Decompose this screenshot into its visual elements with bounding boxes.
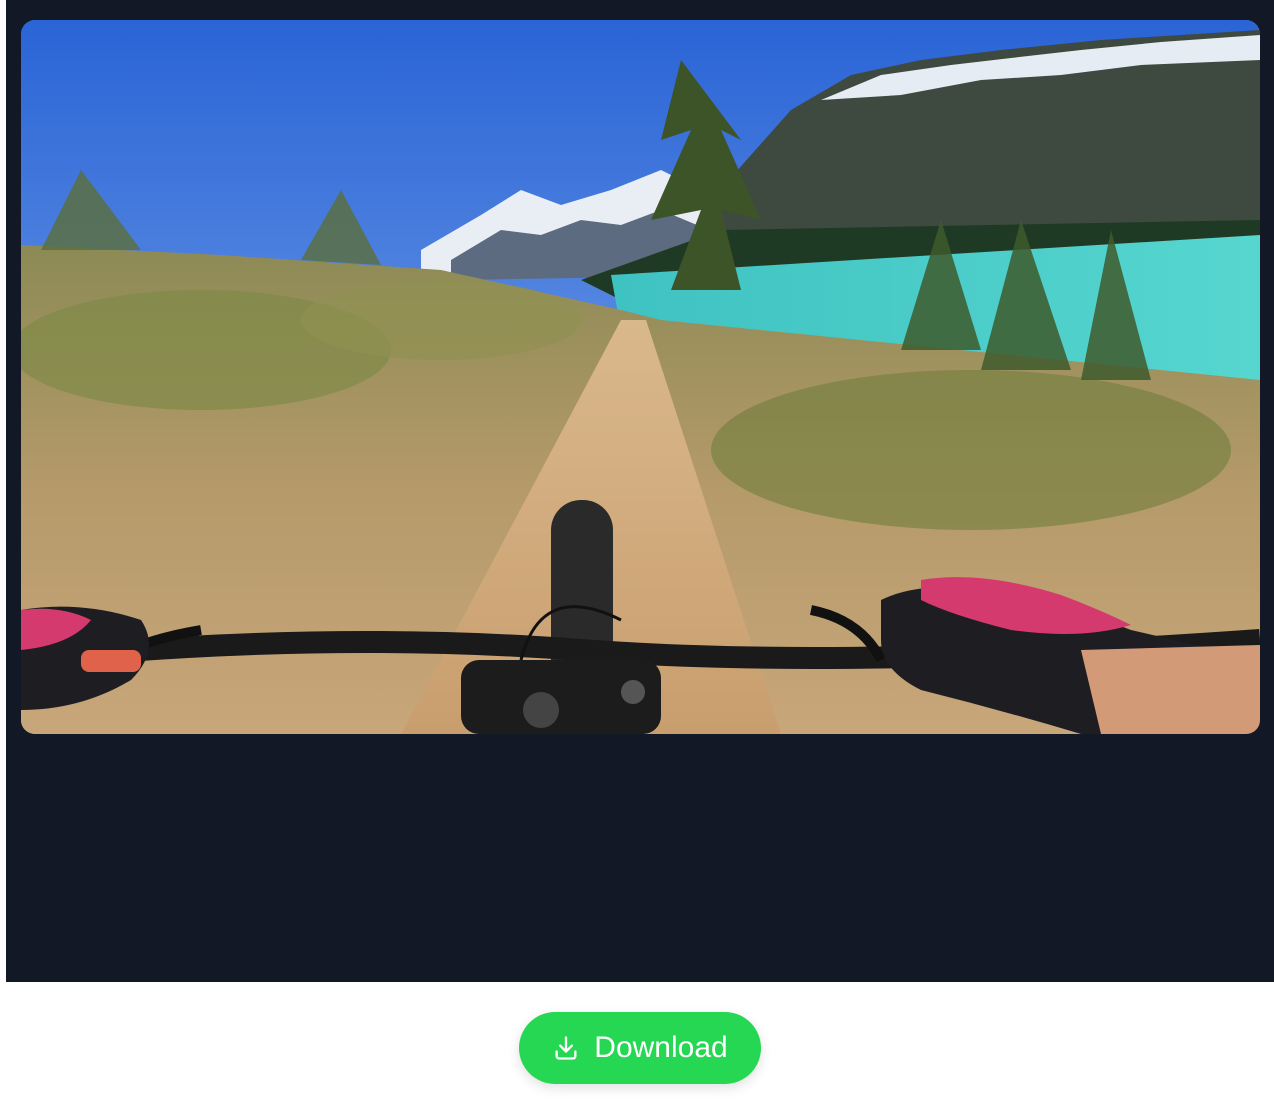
download-button[interactable]: Download — [519, 1012, 761, 1084]
download-label: Download — [594, 1031, 728, 1064]
download-icon — [555, 1036, 577, 1060]
generated-image-preview[interactable] — [21, 20, 1260, 734]
mountain-bike-trail-image — [21, 20, 1260, 734]
